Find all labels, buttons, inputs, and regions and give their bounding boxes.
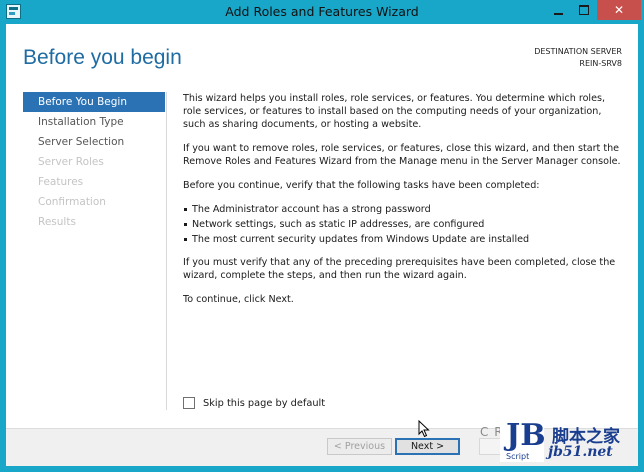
nav-item-confirmation: Confirmation <box>38 196 106 208</box>
remove-paragraph: If you want to remove roles, role servic… <box>183 143 621 167</box>
mouse-cursor-icon <box>418 420 430 438</box>
maximize-icon <box>579 5 589 15</box>
wizard-nav: Before You Begin Installation Type Serve… <box>23 92 165 232</box>
minimize-icon <box>553 12 563 15</box>
watermark-sub: Script <box>506 452 530 461</box>
next-button[interactable]: Next > <box>395 438 460 455</box>
watermark-url: jb51.net <box>548 444 613 460</box>
prerequisite-list: The Administrator account has a strong p… <box>183 203 623 246</box>
nav-item-server-selection[interactable]: Server Selection <box>23 132 165 152</box>
window-frame: Add Roles and Features Wizard ✕ Before y… <box>0 0 644 472</box>
nav-item-server-roles: Server Roles <box>38 156 104 168</box>
watermark-box: JB Script <box>500 418 546 462</box>
content-panel: This wizard helps you install roles, rol… <box>183 92 623 317</box>
nav-divider <box>166 92 167 410</box>
previous-button[interactable]: < Previous <box>327 438 392 455</box>
close-button[interactable]: ✕ <box>597 0 641 20</box>
wizard-body: Before you begin DESTINATION SERVER REIN… <box>6 24 638 466</box>
destination-label: DESTINATION SERVER <box>534 47 622 56</box>
watermark-letters: JB <box>506 418 546 453</box>
title-bar[interactable]: Add Roles and Features Wizard ✕ <box>0 0 644 24</box>
skip-page-option[interactable]: Skip this page by default <box>183 397 325 409</box>
continue-paragraph: To continue, click Next. <box>183 294 294 305</box>
destination-server-name: REIN-SRV8 <box>579 59 622 68</box>
nav-item-before-you-begin[interactable]: Before You Begin <box>23 92 165 112</box>
nav-item-features: Features <box>38 176 84 188</box>
skip-checkbox-label[interactable]: Skip this page by default <box>203 398 325 409</box>
watermark-logo: JB Script 脚本之家 jb51.net <box>500 418 630 466</box>
list-item: Network settings, such as static IP addr… <box>183 218 623 231</box>
list-item: The Administrator account has a strong p… <box>183 203 623 216</box>
maximize-button[interactable] <box>571 0 597 20</box>
minimize-button[interactable] <box>545 0 571 20</box>
close-icon: ✕ <box>613 3 625 17</box>
skip-checkbox[interactable] <box>183 397 195 409</box>
list-item: The most current security updates from W… <box>183 233 623 246</box>
destination-server: DESTINATION SERVER REIN-SRV8 <box>534 46 622 70</box>
nav-item-installation-type[interactable]: Installation Type <box>23 112 165 132</box>
page-title: Before you begin <box>23 46 182 69</box>
verify-paragraph: Before you continue, verify that the fol… <box>183 180 540 191</box>
nav-item-results: Results <box>38 216 76 228</box>
rerun-paragraph: If you must verify that any of the prece… <box>183 257 616 281</box>
intro-paragraph: This wizard helps you install roles, rol… <box>183 93 606 130</box>
